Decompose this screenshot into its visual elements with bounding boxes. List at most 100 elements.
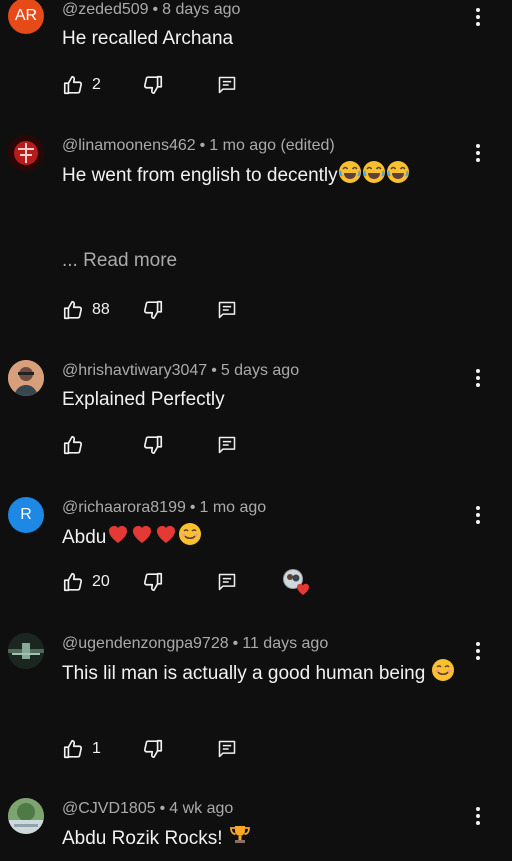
comment-reply-icon [218,740,236,758]
comment-meta: @ugendenzongpa9728 • 11 days ago [62,635,328,653]
like-count: 20 [92,573,110,590]
meta-separator: • [152,1,159,18]
comment-meta: @richaarora8199 • 1 mo ago [62,499,266,517]
thumbs-down-icon [143,739,163,759]
comment-author[interactable]: @linamoonens462 [62,137,196,154]
thumbs-down-icon [143,300,163,320]
reply-button[interactable] [217,433,237,457]
comment-age: 4 wk ago [169,800,234,817]
reply-button[interactable] [217,298,237,322]
trophy-emoji [228,823,252,856]
avatar[interactable]: R [8,497,44,533]
comment-author[interactable]: @zeded509 [62,1,149,18]
reply-button[interactable] [217,73,237,97]
comment-meta: @CJVD1805 • 4 wk ago [62,800,233,818]
comment-age: 11 days ago [242,635,329,652]
reply-button[interactable] [217,570,237,594]
comment-author[interactable]: @richaarora8199 [62,499,186,516]
comment-text: This lil man is actually a good human be… [62,658,462,691]
more-vert-icon [476,144,480,162]
comment-actions: 1 [62,737,362,761]
red-heart-emoji [106,522,130,555]
avatar[interactable] [8,633,44,669]
comment-text: He recalled Archana [62,28,234,49]
like-button[interactable]: 20 [62,570,110,594]
avatar[interactable] [8,135,44,171]
comment-age: 5 days ago [220,362,300,379]
more-vert-icon [476,807,480,825]
comment-text: Explained Perfectly [62,389,225,410]
avatar-initials: R [20,506,32,523]
meta-separator: • [232,635,239,652]
comment-author[interactable]: @CJVD1805 [62,800,156,817]
more-vert-icon [476,506,480,524]
avatar-image [8,360,44,396]
thumbs-down-icon [143,435,163,455]
comment-age: 8 days ago [162,1,241,18]
dislike-button[interactable] [142,73,164,97]
creator-hearted-badge [281,566,313,596]
comment-age: 1 mo ago [199,499,267,516]
avatar[interactable]: AR [8,0,44,34]
avatar-initials: AR [14,7,38,24]
comment-actions: 2 [62,73,362,97]
red-heart-emoji [154,522,178,555]
thumbs-up-icon [63,75,83,95]
more-vert-icon [476,369,480,387]
avatar-image [8,633,44,669]
dislike-button[interactable] [142,570,164,594]
laugh-emoji [338,160,362,193]
meta-separator: • [189,499,196,516]
comment-text: Abdu Rozik Rocks! [62,823,462,856]
more-options-button[interactable] [468,141,488,165]
dislike-button[interactable] [142,298,164,322]
more-options-button[interactable] [468,804,488,828]
meta-separator: • [199,137,206,154]
read-more-link[interactable]: ... Read more [62,250,177,272]
dislike-button[interactable] [142,433,164,457]
comment-reply-icon [218,436,236,454]
avatar[interactable] [8,360,44,396]
like-button[interactable]: 2 [62,73,101,97]
comment-reply-icon [218,76,236,94]
avatar[interactable] [8,798,44,834]
reply-button[interactable] [217,737,237,761]
more-options-button[interactable] [468,366,488,390]
comment-reply-icon [218,573,236,591]
more-options-button[interactable] [468,5,488,29]
like-count: 1 [92,740,101,757]
creator-heart-icon [283,569,310,595]
laugh-emoji [386,160,410,193]
avatar-image [8,135,44,171]
comment-meta: @linamoonens462 • 1 mo ago (edited) [62,137,335,155]
laugh-emoji [362,160,386,193]
thumbs-up-icon [63,572,83,592]
comment-text-body: This lil man is actually a good human be… [62,663,426,684]
comment-text-body: Abdu [62,527,107,548]
comment-author[interactable]: @ugendenzongpa9728 [62,635,229,652]
comment-age: 1 mo ago (edited) [209,137,335,154]
meta-separator: • [211,362,217,379]
comment-reply-icon [218,301,236,319]
comment-actions: 20 [62,569,362,595]
comment-text-body: Abdu Rozik Rocks! [62,828,223,849]
like-count: 88 [92,301,110,318]
like-button[interactable]: 88 [62,298,110,322]
more-options-button[interactable] [468,639,488,663]
smile-emoji [178,522,202,555]
avatar-image [8,798,44,834]
comment-actions [62,433,362,457]
thumbs-up-icon [63,435,83,455]
dislike-button[interactable] [142,737,164,761]
more-options-button[interactable] [468,503,488,527]
like-button[interactable]: 1 [62,737,101,761]
comment-author[interactable]: @hrishavtiwary3047 [62,362,207,379]
like-button[interactable] [62,433,92,457]
thumbs-up-icon [63,739,83,759]
meta-separator: • [159,800,166,817]
comment-actions: 88 [62,298,362,322]
comment-meta: @hrishavtiwary3047 • 5 days ago [62,362,299,380]
more-vert-icon [476,642,480,660]
thumbs-down-icon [143,572,163,592]
thumbs-up-icon [63,300,83,320]
